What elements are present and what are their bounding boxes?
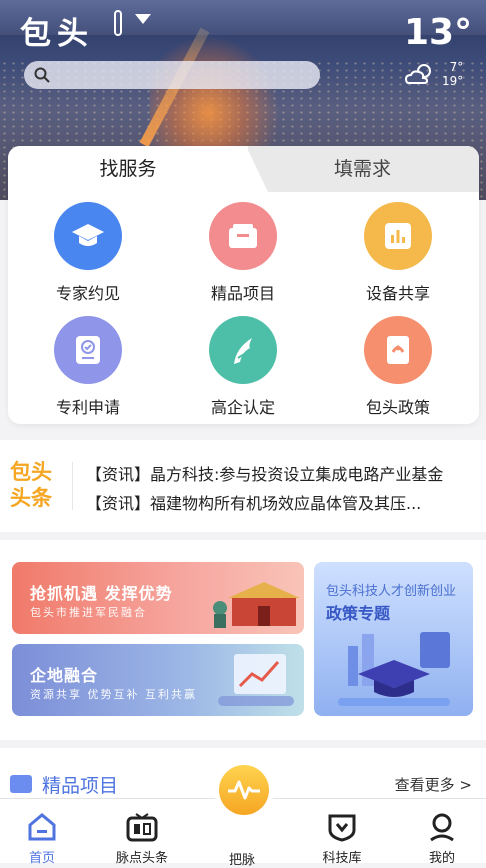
banner-subtitle: 包头市推进军民融合 [30,606,147,619]
banner-subtitle: 政策专题 [326,604,391,623]
city-name[interactable]: 包头 [20,8,94,53]
tiananmen-illustration [213,582,300,628]
graduation-cap-icon [54,202,122,270]
tab-home[interactable]: 首页 [0,799,87,866]
temp-low: 7° [449,60,464,74]
news-logo-line1: 包头 [10,460,52,484]
news-item[interactable]: 【资讯】福建物构所有机场效应晶体管及其压... [86,490,482,514]
certificate-icon [54,316,122,384]
search-icon [34,67,50,83]
view-more-link[interactable]: 查看更多 > [395,774,472,795]
document-icon [364,316,432,384]
service-label: 精品项目 [210,284,275,303]
banner-enterprise-local[interactable]: 企地融合 资源共享 优势互补 互利共赢 [12,644,304,716]
tab-find-service[interactable]: 找服务 [8,146,248,192]
service-equipment-sharing[interactable]: 设备共享 [333,202,463,304]
tab-label: 脉点头条 [115,851,168,866]
service-patent-application[interactable]: 专利申请 [23,316,153,418]
tab-fill-demand[interactable]: 填需求 [246,146,479,192]
service-baotou-policy[interactable]: 包头政策 [333,316,463,418]
banner-military-civil[interactable]: 抢抓机遇 发挥优势 包头市推进军民融合 [12,562,304,634]
service-label: 高企认定 [210,398,275,417]
news-logo-line2: 头条 [10,486,52,510]
service-hightech-certification[interactable]: 高企认定 [178,316,308,418]
tab-profile[interactable]: 我的 [397,799,486,866]
tab-tech-library[interactable]: 科技库 [297,799,387,866]
user-icon [424,809,460,845]
tab-news[interactable]: 脉点头条 [97,799,187,866]
graduation-illustration [338,632,450,706]
tab-label: 首页 [28,851,55,866]
service-expert-meeting[interactable]: 专家约见 [23,202,153,304]
chart-icon [364,202,432,270]
shield-icon [324,809,360,845]
service-label: 设备共享 [365,284,430,303]
chevron-down-icon[interactable] [135,14,151,24]
banner-subtitle: 资源共享 优势互补 互利共赢 [30,688,197,701]
banner-title: 包头科技人才创新创业 [326,584,457,599]
service-label: 专利申请 [55,398,120,417]
banner-title: 企地融合 [30,666,99,685]
leaf-icon [209,316,277,384]
tab-label: 科技库 [322,851,362,866]
tab-label: 把脉 [228,853,255,868]
service-card: 找服务 填需求 专家约见 精品项目 设备共享 专利申请 高企认定 包头政策 [8,146,479,424]
growth-chart-illustration [218,654,294,706]
service-label: 专家约见 [55,284,120,303]
mail-icon [10,775,32,793]
temperature: 13° [404,12,473,53]
banner-section: 抢抓机遇 发挥优势 包头市推进军民融合 企地融合 资源共享 优势互补 互利共赢 … [0,540,486,740]
news-item[interactable]: 【资讯】晶方科技:参与投资设立集成电路产业基金 [86,461,482,485]
news-icon [124,809,160,845]
tab-pulse[interactable]: 把脉 [197,837,287,868]
cloudy-sun-icon [405,64,431,84]
pulse-icon [219,765,269,815]
banner-title: 抢抓机遇 发挥优势 [30,584,173,603]
home-icon [24,809,60,845]
banner-talent-policy[interactable]: 包头科技人才创新创业 政策专题 [314,562,473,716]
service-label: 包头政策 [365,398,430,417]
news-logo: 包头 头条 [10,459,60,515]
temperature-range: 7° 19° [442,60,463,88]
box-icon [209,202,277,270]
temp-high: 19° [442,74,464,88]
news-ticker: 包头 头条 【资讯】晶方科技:参与投资设立集成电路产业基金 【资讯】福建物构所有… [0,440,486,532]
divider [72,462,73,510]
thermometer-icon [114,10,122,36]
tab-label: 我的 [428,851,455,866]
service-featured-projects[interactable]: 精品项目 [178,202,308,304]
section-title: 精品项目 [42,775,119,797]
search-input[interactable] [24,61,320,89]
pulse-button[interactable] [214,760,274,820]
